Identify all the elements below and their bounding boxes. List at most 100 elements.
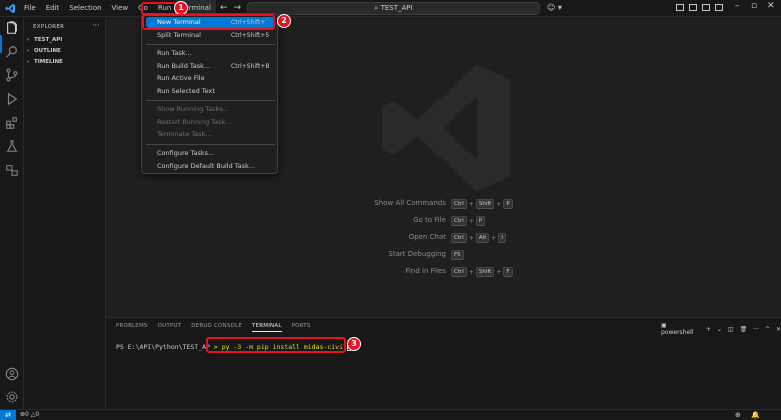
vscode-logo-icon[interactable] xyxy=(5,3,16,14)
tab-problems[interactable]: PROBLEMS xyxy=(116,323,148,332)
shortcut-keys: Ctrl + P xyxy=(451,216,486,226)
command-center-search[interactable]: ⌕ TEST_API xyxy=(247,2,540,15)
sidebar-title: EXPLORER xyxy=(33,24,65,30)
shell-name: powershell xyxy=(661,329,694,336)
menu-item-shortcut: Ctrl+Shift+B xyxy=(231,63,270,70)
terminal-menu-dropdown: New Terminal Ctrl+Shift+` Split Terminal… xyxy=(141,13,278,174)
section-label: OUTLINE xyxy=(34,48,61,54)
menu-item-run-build-task[interactable]: Run Build Task... Ctrl+Shift+B xyxy=(146,61,275,72)
menu-item-configure-default-build-task[interactable]: Configure Default Build Task... xyxy=(146,161,275,172)
chevron-right-icon: › xyxy=(27,48,30,54)
close-panel-icon[interactable]: ✕ xyxy=(776,326,781,333)
shortcut-label: Go to File xyxy=(413,216,446,224)
menu-item-show-running-tasks: Show Running Tasks... xyxy=(146,104,275,115)
more-actions-icon[interactable]: ··· xyxy=(92,21,100,30)
toggle-sidebar-icon[interactable] xyxy=(676,4,684,11)
nav-arrows: ← → xyxy=(220,3,247,13)
terminal-icon: ▣ xyxy=(661,322,667,329)
search-view-icon[interactable] xyxy=(5,45,19,59)
problems-indicator[interactable]: ⊗0 △0 xyxy=(20,411,39,418)
shortcut-find-in-files: Find in Files Ctrl + Shift + F xyxy=(306,267,566,277)
menu-item-restart-running-task: Restart Running Task... xyxy=(146,117,275,128)
menu-separator xyxy=(146,144,275,145)
chevron-right-icon: › xyxy=(27,37,30,43)
forward-arrow-icon[interactable]: → xyxy=(234,3,242,13)
source-control-icon[interactable] xyxy=(5,68,19,82)
annotation-box-command xyxy=(206,337,346,353)
zoom-icon[interactable]: ⊕ xyxy=(735,411,741,419)
menu-item-run-task[interactable]: Run Task... xyxy=(146,48,275,59)
warning-count: 0 xyxy=(35,411,40,418)
notifications-bell-icon[interactable]: 🔔 xyxy=(751,411,760,419)
toggle-panel-icon[interactable] xyxy=(689,4,697,11)
key: Ctrl xyxy=(451,233,467,243)
extensions-icon[interactable] xyxy=(5,116,19,130)
split-terminal-icon[interactable]: ◫ xyxy=(728,326,734,333)
tab-terminal[interactable]: TERMINAL xyxy=(252,323,282,332)
menu-separator xyxy=(146,100,275,101)
run-debug-icon[interactable] xyxy=(5,92,19,106)
new-terminal-icon[interactable]: + xyxy=(706,326,711,333)
menu-item-label: Run Build Task... xyxy=(157,62,211,70)
vscode-watermark-icon xyxy=(382,64,510,192)
section-test-api[interactable]: › TEST_API xyxy=(24,35,106,45)
menu-edit[interactable]: Edit xyxy=(41,0,65,17)
terminal-prompt: PS E:\API\Python\TEST_AP xyxy=(116,343,210,351)
shortcut-label: Start Debugging xyxy=(388,250,446,258)
accounts-icon[interactable] xyxy=(5,367,19,381)
menu-item-split-terminal[interactable]: Split Terminal Ctrl+Shift+5 xyxy=(146,30,275,41)
menu-item-label: Restart Running Task... xyxy=(157,118,232,126)
menu-item-run-active-file[interactable]: Run Active File xyxy=(146,73,275,84)
menu-item-run-selected-text[interactable]: Run Selected Text xyxy=(146,86,275,97)
shortcut-go-to-file: Go to File Ctrl + P xyxy=(306,216,566,226)
back-arrow-icon[interactable]: ← xyxy=(220,3,228,13)
bottom-panel: PROBLEMS OUTPUT DEBUG CONSOLE TERMINAL P… xyxy=(106,317,781,409)
key: Ctrl xyxy=(451,216,467,226)
remote-indicator-icon[interactable]: ⇄ xyxy=(0,410,16,420)
trash-icon[interactable]: 🗑 xyxy=(740,326,748,333)
tab-debug-console[interactable]: DEBUG CONSOLE xyxy=(191,323,242,332)
section-outline[interactable]: › OUTLINE xyxy=(24,46,106,56)
chevron-right-icon: › xyxy=(27,59,30,65)
remote-explorer-icon[interactable] xyxy=(5,163,19,177)
explorer-icon[interactable] xyxy=(5,21,19,35)
menu-view[interactable]: View xyxy=(107,0,134,17)
menu-item-label: Run Task... xyxy=(157,49,192,57)
menu-selection[interactable]: Selection xyxy=(64,0,106,17)
maximize-panel-icon[interactable]: ^ xyxy=(765,326,770,333)
more-actions-icon[interactable]: ··· xyxy=(753,326,759,333)
copilot-icon[interactable]: ☺ ▾ xyxy=(547,3,562,12)
shortcut-show-all-commands: Show All Commands Ctrl + Shift + P xyxy=(306,199,566,209)
status-right: ⊕ 🔔 xyxy=(735,411,760,419)
layout-controls xyxy=(676,4,723,11)
key: Ctrl xyxy=(451,267,467,277)
key: P xyxy=(475,216,486,226)
toggle-secondary-sidebar-icon[interactable] xyxy=(702,4,710,11)
settings-gear-icon[interactable] xyxy=(5,390,19,404)
annotation-badge-2: 2 xyxy=(277,14,291,28)
close-icon[interactable]: ✕ xyxy=(767,1,775,11)
terminal-profile[interactable]: ▣ powershell xyxy=(661,322,700,336)
tab-ports[interactable]: PORTS xyxy=(292,323,311,332)
menu-separator xyxy=(146,44,275,45)
menu-item-shortcut: Ctrl+Shift+5 xyxy=(231,32,270,39)
shortcut-label: Show All Commands xyxy=(374,199,446,207)
shortcut-start-debugging: Start Debugging F5 xyxy=(306,250,566,260)
menu-item-label: Show Running Tasks... xyxy=(157,105,229,113)
shortcut-keys: Ctrl + Shift + F xyxy=(451,267,513,277)
panel-actions: ▣ powershell + ⌄ ◫ 🗑 ··· ^ ✕ xyxy=(661,322,781,336)
testing-icon[interactable] xyxy=(5,139,19,153)
key: Ctrl xyxy=(451,199,467,209)
annotation-box-new-terminal xyxy=(142,14,275,30)
error-count: 0 xyxy=(25,411,29,418)
section-label: TEST_API xyxy=(34,37,63,43)
chevron-down-icon[interactable]: ⌄ xyxy=(717,326,722,333)
tab-output[interactable]: OUTPUT xyxy=(158,323,182,332)
key: P xyxy=(503,199,513,209)
menu-file[interactable]: File xyxy=(19,0,41,17)
section-timeline[interactable]: › TIMELINE xyxy=(24,57,106,67)
maximize-icon[interactable]: ▫ xyxy=(751,1,757,11)
menu-item-configure-tasks[interactable]: Configure Tasks... xyxy=(146,148,275,159)
minimize-icon[interactable]: – xyxy=(735,1,740,11)
customize-layout-icon[interactable] xyxy=(715,4,723,11)
